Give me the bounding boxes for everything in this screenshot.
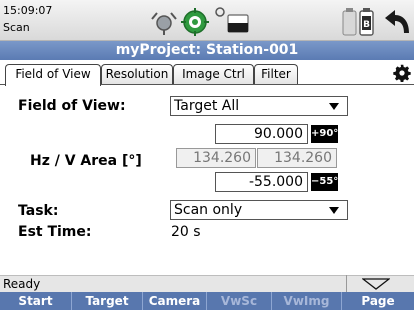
clock: 15:09:07 [3, 4, 53, 17]
view-image-button[interactable]: VwImg [272, 292, 342, 310]
hz-left-input[interactable]: 134.260 [176, 148, 256, 168]
message-bar-divider [346, 275, 347, 292]
status-message: Ready [3, 277, 41, 291]
fov-select-value: Target All [174, 98, 240, 114]
target-button[interactable]: Target [72, 292, 143, 310]
task-select[interactable]: Scan only [170, 200, 348, 220]
hz-right-input[interactable]: 134.260 [257, 148, 337, 168]
v-top-badge: +90° [311, 125, 338, 143]
gear-icon[interactable] [393, 64, 411, 82]
back-icon[interactable] [383, 9, 411, 35]
prism-icon[interactable] [150, 9, 178, 37]
tab-resolution[interactable]: Resolution [101, 64, 173, 85]
mode-label: Scan [3, 21, 30, 34]
est-time-label: Est Time: [18, 224, 92, 240]
task-select-value: Scan only [174, 202, 243, 218]
tab-image-ctrl[interactable]: Image Ctrl [173, 64, 254, 85]
laser-indicator-icon [215, 7, 225, 17]
chevron-down-icon [329, 207, 339, 214]
est-time-value: 20 s [171, 224, 201, 240]
start-button[interactable]: Start [0, 292, 72, 310]
fov-select[interactable]: Target All [170, 96, 348, 116]
function-key-bar: Start Target Camera VwSc VwImg Page [0, 292, 414, 310]
camera-button[interactable]: Camera [143, 292, 207, 310]
memory-card-icon[interactable] [227, 14, 251, 34]
battery-label: B [363, 20, 370, 30]
tab-strip: Field of View Resolution Image Ctrl Filt… [0, 60, 414, 86]
v-bottom-badge: −55° [311, 173, 338, 191]
view-scan-button[interactable]: VwSc [207, 292, 272, 310]
v-top-input[interactable]: 90.000 [215, 124, 308, 144]
page-button[interactable]: Page [342, 292, 414, 310]
tab-filter[interactable]: Filter [254, 64, 298, 85]
message-bar: Ready [0, 275, 414, 292]
task-label: Task: [18, 203, 59, 219]
project-title: myProject: Station-001 [0, 41, 414, 60]
target-lock-icon[interactable] [180, 7, 210, 37]
status-bar: 15:09:07 Scan B [0, 0, 414, 41]
chevron-down-icon [329, 103, 339, 110]
v-bottom-input[interactable]: -55.000 [215, 172, 308, 192]
battery-icon[interactable]: B [342, 7, 378, 37]
fov-label: Field of View: [18, 98, 126, 114]
area-label: Hz / V Area [°] [30, 153, 142, 169]
expand-down-icon[interactable] [362, 278, 390, 290]
tab-field-of-view[interactable]: Field of View [5, 64, 101, 86]
